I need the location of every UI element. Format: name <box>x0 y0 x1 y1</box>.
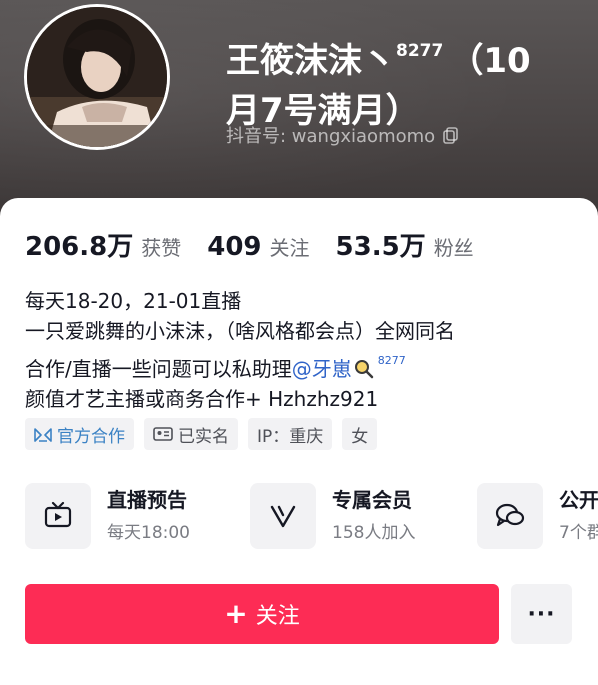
stat-label: 粉丝 <box>433 236 474 260</box>
name-superscript: 8277 <box>396 41 444 61</box>
avatar-photo <box>27 7 167 147</box>
services-row: 直播预告 每天18:00 专属会员 158人加入 公开 7个群 <box>25 483 598 555</box>
id-card-icon <box>153 427 173 441</box>
service-public-groups[interactable]: 公开 7个群 <box>477 483 598 549</box>
tag-gender: 女 <box>342 418 378 450</box>
service-subtitle: 158人加入 <box>332 523 416 543</box>
tag-row: 官方合作 已实名 IP：重庆 女 <box>25 418 378 450</box>
bio-line: 合作/直播一些问题可以私助理@牙崽 8277 <box>25 346 585 384</box>
mention-link[interactable]: @牙崽 <box>292 357 352 381</box>
mention-superscript: 8277 <box>377 354 406 367</box>
magnifier-icon <box>354 360 373 379</box>
service-subtitle: 7个群 <box>559 523 598 543</box>
stat-value: 409 <box>207 232 262 262</box>
service-icon-box <box>477 483 543 549</box>
tag-label: 官方合作 <box>57 426 125 447</box>
follow-label: 关注 <box>255 604 300 629</box>
stat-label: 关注 <box>269 236 310 260</box>
avatar[interactable] <box>24 4 170 150</box>
tag-label: 已实名 <box>178 426 229 447</box>
more-button[interactable]: ··· <box>511 584 572 644</box>
service-icon-box <box>250 483 316 549</box>
stat-value: 206.8万 <box>25 232 134 262</box>
service-title: 直播预告 <box>107 488 187 512</box>
tag-label: 女 <box>351 426 369 447</box>
follow-button[interactable]: + 关注 <box>25 584 499 644</box>
profile-name-tail: （10 <box>449 41 531 81</box>
bio: 每天18-20，21-01直播 一只爱跳舞的小沫沫，（啥风格都会点）全网同名 合… <box>25 286 585 414</box>
service-live-preview[interactable]: 直播预告 每天18:00 <box>25 483 190 549</box>
tag-ip: IP：重庆 <box>248 418 333 450</box>
profile-card: 206.8万 获赞 409 关注 53.5万 粉丝 每天18-20，21-01直… <box>0 198 598 685</box>
more-icon: ··· <box>527 601 556 627</box>
copy-icon[interactable] <box>441 125 461 145</box>
profile-name: 王筱沫沫丶8277 （10 月7号满月） <box>226 26 586 136</box>
service-title: 公开 <box>559 488 598 512</box>
stat-label: 获赞 <box>141 236 182 260</box>
douyin-id-label: 抖音号: wangxiaomomo <box>226 126 436 147</box>
stat-value: 53.5万 <box>335 232 426 262</box>
stat-following[interactable]: 409 关注 <box>207 232 309 262</box>
plus-icon: + <box>224 597 248 630</box>
tag-official[interactable]: 官方合作 <box>25 418 134 450</box>
stat-followers[interactable]: 53.5万 粉丝 <box>336 226 474 263</box>
service-subtitle: 每天18:00 <box>107 523 190 543</box>
douyin-id[interactable]: 抖音号: wangxiaomomo <box>226 122 461 148</box>
chat-bubbles-icon <box>495 503 525 527</box>
stat-likes[interactable]: 206.8万 获赞 <box>25 226 181 263</box>
service-icon-box <box>25 483 91 549</box>
bio-text: 合作/直播一些问题可以私助理 <box>25 357 292 381</box>
bio-line: 每天18-20，21-01直播 <box>25 289 242 313</box>
official-cooperation-icon <box>34 428 52 442</box>
bio-line: 一只爱跳舞的小沫沫，（啥风格都会点）全网同名 <box>25 319 455 343</box>
profile-name-first: 王筱沫沫丶 <box>226 41 396 81</box>
stats-row: 206.8万 获赞 409 关注 53.5万 粉丝 <box>25 226 500 263</box>
v-member-icon <box>270 505 296 528</box>
tag-verified[interactable]: 已实名 <box>144 418 238 450</box>
profile-header: 王筱沫沫丶8277 （10 月7号满月） 抖音号: wangxiaomomo <box>0 0 598 230</box>
tag-label: IP：重庆 <box>257 426 324 447</box>
service-title: 专属会员 <box>332 488 412 512</box>
tv-icon <box>44 501 72 528</box>
service-membership[interactable]: 专属会员 158人加入 <box>250 483 415 549</box>
bio-line: 颜值才艺主播或商务合作+ Hzhzhz921 <box>25 387 379 411</box>
